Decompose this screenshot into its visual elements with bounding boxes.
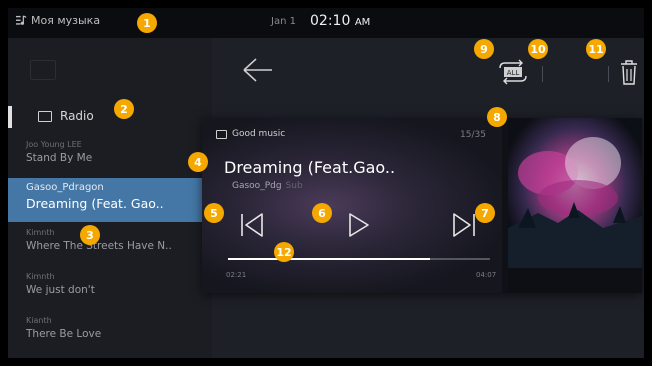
status-time: 02:10 AM (310, 13, 370, 29)
list-item[interactable]: Joo Young LEE Stand By Me (8, 134, 212, 178)
album-art (508, 118, 642, 293)
folder-label: Good music (216, 129, 285, 139)
card-background (202, 118, 502, 293)
marker-9: 9 (474, 39, 494, 59)
list-item-song: Stand By Me (26, 152, 93, 164)
marker-3: 3 (80, 225, 100, 245)
marker-5: 5 (204, 203, 224, 223)
repeat-all-icon[interactable]: ALL (496, 58, 530, 86)
progress-fill (228, 258, 430, 260)
list-item-song: Dreaming (Feat. Gao.. (26, 196, 164, 211)
time-elapsed: 02:21 (226, 271, 247, 279)
status-time-ampm: AM (354, 17, 371, 28)
radio-label: Radio (38, 109, 94, 123)
track-title: Dreaming (Feat.Gao.. (224, 158, 396, 177)
sidebar-selection-indicator (8, 106, 12, 128)
trash-icon[interactable] (620, 58, 638, 86)
play-icon[interactable] (348, 212, 370, 238)
arrow-left-icon[interactable] (242, 56, 274, 84)
app-title[interactable]: Моя музыка (16, 14, 100, 27)
list-item[interactable]: Gasoo_Pdragon Dreaming (Feat. Gao.. (8, 178, 212, 222)
list-item-artist: Joo Young LEE (26, 140, 82, 149)
folder-name: Good music (232, 129, 286, 139)
list-item[interactable]: Kimnth Where The Streets Have N.. (8, 222, 212, 266)
list-item[interactable]: Kimnth We just don't (8, 266, 212, 310)
toolbar-divider (608, 66, 609, 82)
skip-previous-icon[interactable] (240, 212, 264, 238)
status-bar: Моя музыка Jan 1 02:10 AM (8, 8, 644, 38)
marker-8: 8 (487, 107, 507, 127)
status-date: Jan 1 (271, 16, 296, 27)
list-item[interactable]: Kianth There Be Love (8, 310, 212, 354)
marker-4: 4 (188, 152, 208, 172)
sidebar-menu-icon[interactable] (30, 60, 56, 80)
marker-11: 11 (586, 39, 606, 59)
radio-label-text: Radio (60, 109, 94, 123)
screen-frame: Моя музыка Jan 1 02:10 AM Radio Joo Youn… (8, 8, 644, 358)
album-art-image (508, 118, 642, 293)
list-item-song: There Be Love (26, 328, 102, 340)
list-item-artist: Gasoo_Pdragon (26, 182, 104, 193)
status-time-value: 02:10 (310, 13, 351, 29)
marker-12: 12 (274, 242, 294, 262)
track-artist-name: Gasoo_Pdg (232, 181, 282, 191)
folder-icon (216, 129, 227, 139)
list-item-artist: Kimnth (26, 228, 55, 237)
time-total: 04:07 (476, 271, 497, 279)
track-artist-sub: Sub (285, 181, 303, 191)
toolbar-divider (542, 66, 543, 82)
folder-icon (38, 110, 52, 122)
sidebar: Radio Joo Young LEE Stand By Me Gasoo_Pdra… (8, 38, 212, 358)
repeat-badge: ALL (507, 69, 520, 77)
list-item-artist: Kianth (26, 316, 52, 325)
marker-7: 7 (475, 203, 495, 223)
marker-2: 2 (114, 99, 134, 119)
app-title-text: Моя музыка (31, 14, 101, 27)
main-panel: ALL Good music 15/35 Dreaming (Feat.Gao.… (202, 38, 644, 358)
music-list-icon (16, 15, 27, 25)
sidebar-item-radio[interactable]: Radio (8, 100, 212, 134)
track-count: 15/35 (460, 130, 486, 140)
now-playing-card: Good music 15/35 Dreaming (Feat.Gao.. Ga… (202, 118, 642, 293)
marker-6: 6 (312, 203, 332, 223)
list-item-song: We just don't (26, 284, 95, 296)
marker-1: 1 (137, 13, 157, 33)
list-item-song: Where The Streets Have N.. (26, 240, 172, 252)
list-item-artist: Kimnth (26, 272, 55, 281)
marker-10: 10 (528, 39, 548, 59)
skip-next-icon[interactable] (452, 212, 476, 238)
track-artist: Gasoo_Pdg Sub (232, 181, 303, 191)
